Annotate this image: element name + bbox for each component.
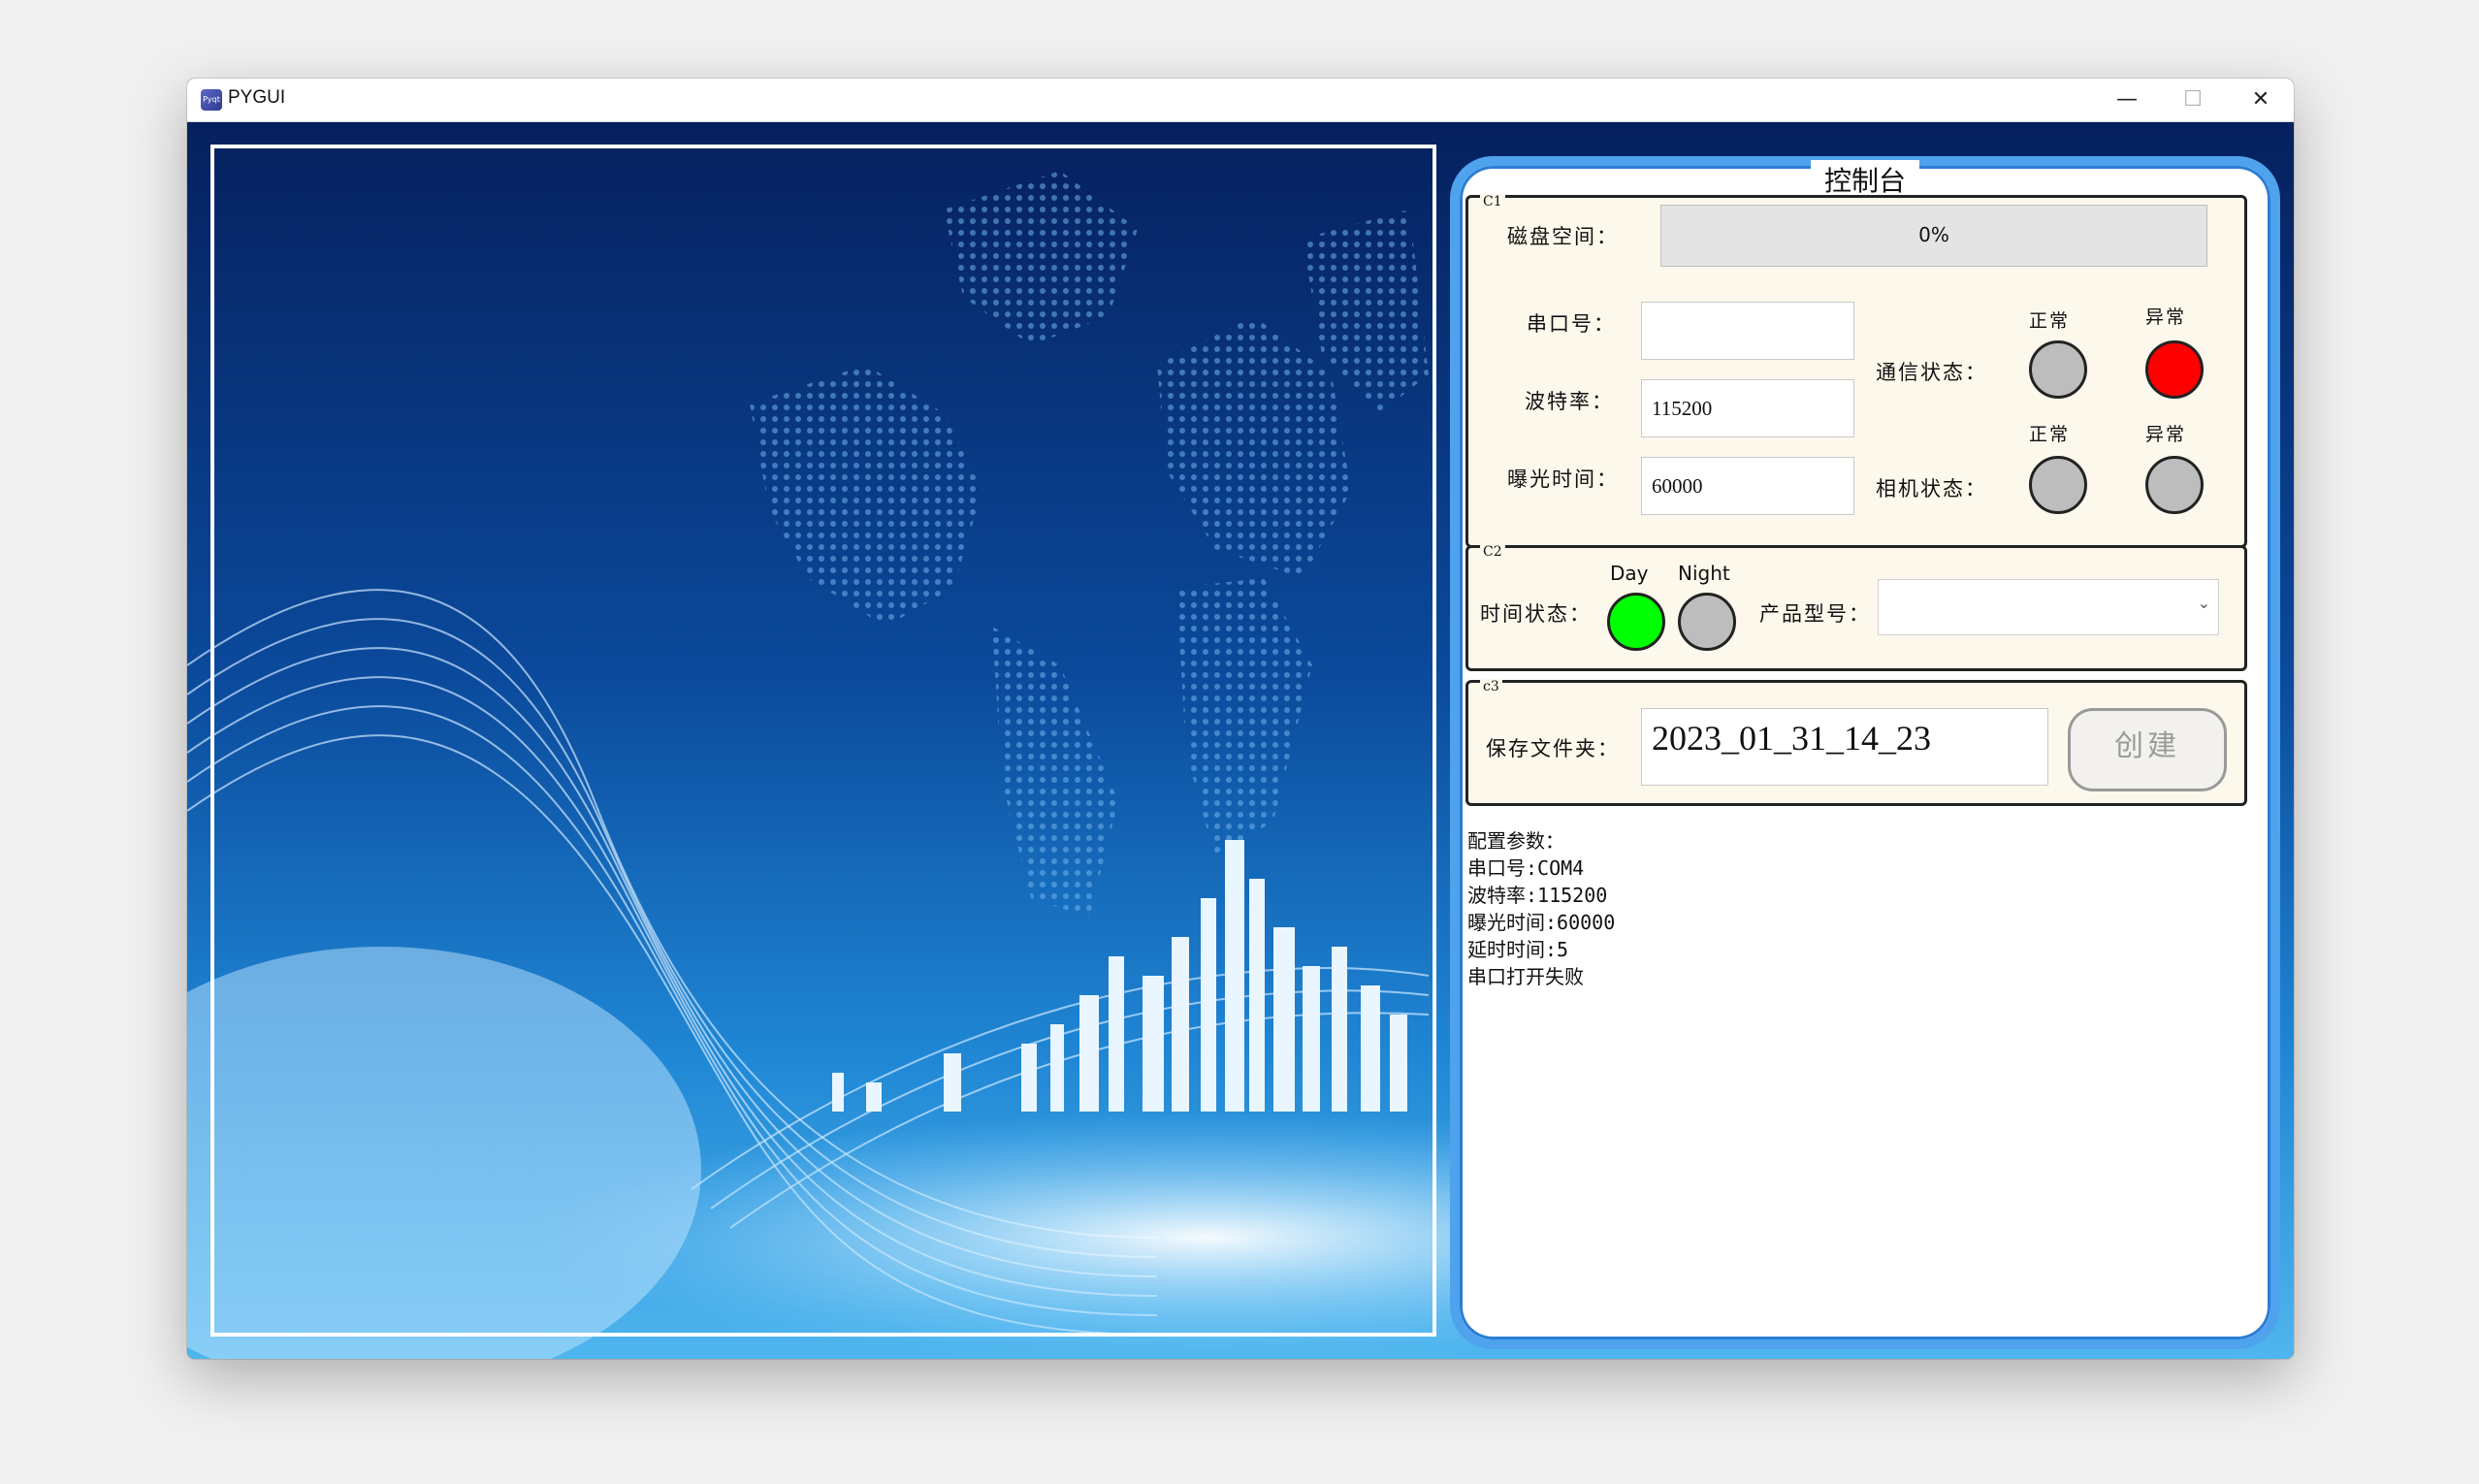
group-c2-label: C2 [1480,544,1505,560]
log-line: 串口号:COM4 [1467,856,1585,880]
serial-port-label: 串口号： [1527,312,1616,336]
camera-normal-indicator [2029,456,2087,514]
day-label: Day [1610,562,1649,585]
save-folder-input[interactable]: 2023_01_31_14_23 [1641,708,2048,786]
group-c3: c3 保存文件夹： 2023_01_31_14_23 创建 [1465,679,2247,806]
disk-space-label: 磁盘空间： [1507,225,1619,248]
day-indicator [1607,593,1665,651]
image-display-frame [210,145,1436,1337]
group-c1-label: C1 [1480,194,1505,210]
disk-space-progress: 0% [1660,205,2207,267]
camera-normal-label: 正常 [2029,424,2071,445]
window-title: PYGUI [228,87,286,108]
baud-rate-label: 波特率： [1525,390,1614,413]
exposure-time-input[interactable]: 60000 [1641,457,1854,515]
camera-status-label: 相机状态： [1876,477,1987,500]
comm-abnormal-label: 异常 [2145,306,2187,328]
disk-space-value: 0% [1918,223,1949,246]
app-window: Pyqt PYGUI — ☐ ✕ 控制台 C1 磁盘空间： 0% 串口号： 波特… [187,79,2294,1359]
baud-rate-input[interactable]: 115200 [1641,379,1854,437]
group-c2: C2 时间状态： Day Night 产品型号： ⌄ [1465,544,2247,671]
exposure-time-label: 曝光时间： [1507,468,1619,491]
serial-port-input[interactable] [1641,302,1854,360]
save-folder-label: 保存文件夹： [1486,737,1620,760]
create-button[interactable]: 创建 [2068,708,2227,791]
log-line: 配置参数： [1467,829,1564,853]
log-line: 延时时间:5 [1467,938,1569,961]
maximize-button[interactable]: ☐ [2160,79,2226,121]
close-button[interactable]: ✕ [2228,79,2294,121]
product-model-select[interactable]: ⌄ [1878,579,2219,635]
night-indicator [1678,593,1736,651]
comm-status-label: 通信状态： [1876,361,1987,384]
log-output: 配置参数： 串口号:COM4 波特率:115200 曝光时间:60000 延时时… [1467,827,2243,1312]
minimize-button[interactable]: — [2094,79,2160,121]
log-line: 曝光时间:60000 [1467,911,1616,934]
group-c3-label: c3 [1480,679,1502,694]
comm-normal-label: 正常 [2029,310,2071,332]
log-line: 串口打开失败 [1467,965,1584,988]
client-area: 控制台 C1 磁盘空间： 0% 串口号： 波特率： 115200 曝光时间： 6… [187,122,2294,1359]
product-model-label: 产品型号： [1759,602,1871,626]
camera-abnormal-indicator [2145,456,2204,514]
night-label: Night [1678,562,1730,585]
chevron-down-icon: ⌄ [2197,594,2210,612]
group-c1: C1 磁盘空间： 0% 串口号： 波特率： 115200 曝光时间： 60000… [1465,194,2247,548]
app-icon: Pyqt [201,89,222,111]
camera-abnormal-label: 异常 [2145,424,2187,445]
comm-abnormal-indicator [2145,340,2204,399]
time-status-label: 时间状态： [1480,602,1592,626]
comm-normal-indicator [2029,340,2087,399]
log-line: 波特率:115200 [1467,884,1608,907]
control-panel: 控制台 C1 磁盘空间： 0% 串口号： 波特率： 115200 曝光时间： 6… [1450,156,2280,1349]
title-bar: Pyqt PYGUI — ☐ ✕ [187,79,2294,122]
